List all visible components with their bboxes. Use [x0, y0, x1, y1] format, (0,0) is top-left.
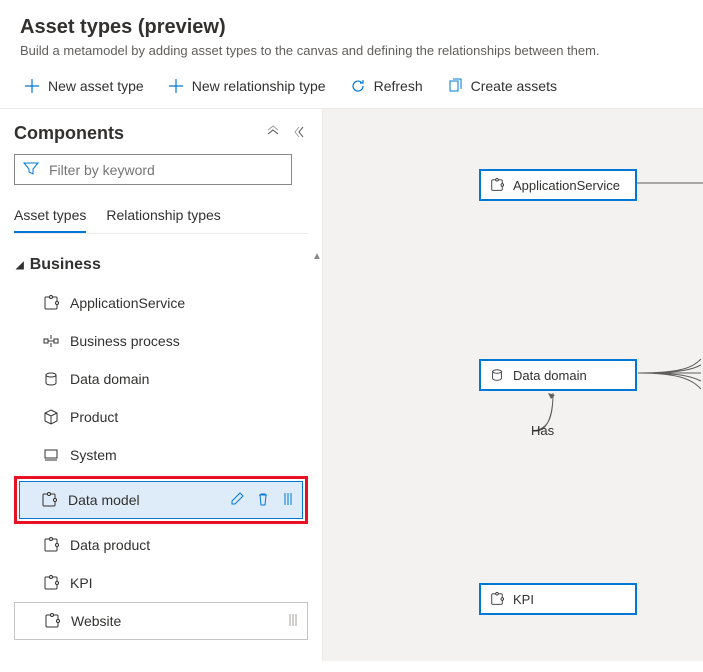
item-label: System — [70, 447, 117, 463]
collapse-up-icon[interactable] — [266, 125, 280, 142]
command-bar: New asset type New relationship type Ref… — [0, 68, 703, 109]
node-label: KPI — [513, 592, 534, 607]
copy-icon — [447, 78, 463, 94]
list-item-data-product[interactable]: Data product — [14, 526, 308, 564]
asset-type-tree: ◢ Business ApplicationService Business p… — [14, 240, 308, 640]
scrollbar[interactable]: ▲ — [312, 251, 320, 661]
refresh-button[interactable]: Refresh — [346, 72, 427, 100]
group-business[interactable]: ◢ Business — [14, 252, 308, 284]
list-item-applicationservice[interactable]: ApplicationService — [14, 284, 308, 322]
filter-icon — [23, 160, 39, 179]
tab-asset-types[interactable]: Asset types — [14, 199, 86, 233]
list-item-data-domain[interactable]: Data domain — [14, 360, 308, 398]
create-assets-label: Create assets — [471, 78, 557, 94]
tab-relationship-types[interactable]: Relationship types — [106, 199, 220, 233]
item-label: Product — [70, 409, 118, 425]
domain-icon — [42, 370, 60, 388]
list-item-data-model[interactable]: Data model — [19, 481, 303, 519]
highlight-marker: Data model — [14, 476, 308, 524]
edge-label-has: Has — [531, 423, 554, 438]
caret-down-icon: ◢ — [16, 260, 24, 271]
item-label: Website — [71, 613, 121, 629]
components-tabs: Asset types Relationship types — [14, 199, 308, 234]
list-item-kpi[interactable]: KPI — [14, 564, 308, 602]
group-label: Business — [30, 256, 101, 274]
node-kpi[interactable]: KPI — [479, 583, 637, 615]
page-description: Build a metamodel by adding asset types … — [20, 43, 683, 58]
item-label: Data product — [70, 537, 150, 553]
list-item-business-process[interactable]: Business process — [14, 322, 308, 360]
system-icon — [42, 446, 60, 464]
list-item-product[interactable]: Product — [14, 398, 308, 436]
puzzle-icon — [42, 294, 60, 312]
page-header: Asset types (preview) Build a metamodel … — [0, 0, 703, 68]
filter-input-wrapper[interactable] — [14, 154, 292, 185]
puzzle-icon — [43, 612, 61, 630]
plus-icon — [24, 78, 40, 94]
components-title: Components — [14, 123, 124, 144]
filter-input[interactable] — [47, 161, 283, 179]
item-label: Business process — [70, 333, 180, 349]
puzzle-icon — [42, 536, 60, 554]
scroll-up-arrow-icon[interactable]: ▲ — [312, 251, 320, 262]
puzzle-icon — [489, 591, 505, 607]
process-icon — [42, 332, 60, 350]
page-title: Asset types (preview) — [20, 16, 683, 39]
node-label: Data domain — [513, 368, 587, 383]
node-label: ApplicationService — [513, 178, 620, 193]
new-asset-type-label: New asset type — [48, 78, 144, 94]
drag-handle-icon[interactable] — [287, 613, 299, 630]
edit-icon[interactable] — [230, 492, 244, 509]
puzzle-icon — [42, 574, 60, 592]
create-assets-button[interactable]: Create assets — [443, 72, 561, 100]
list-item-website[interactable]: Website — [14, 602, 308, 640]
new-asset-type-button[interactable]: New asset type — [20, 72, 148, 100]
puzzle-icon — [489, 177, 505, 193]
item-label: ApplicationService — [70, 295, 185, 311]
item-label: Data model — [68, 492, 140, 508]
refresh-label: Refresh — [374, 78, 423, 94]
plus-icon — [168, 78, 184, 94]
node-applicationservice[interactable]: ApplicationService — [479, 169, 637, 201]
cube-icon — [42, 408, 60, 426]
item-label: KPI — [70, 575, 93, 591]
drag-handle-icon[interactable] — [282, 492, 294, 509]
puzzle-icon — [40, 491, 58, 509]
canvas[interactable]: ApplicationService Data domain Has KPI — [323, 109, 703, 661]
new-relationship-type-button[interactable]: New relationship type — [164, 72, 330, 100]
domain-icon — [489, 367, 505, 383]
components-panel: Components Asset types Relationship type… — [0, 109, 323, 661]
item-label: Data domain — [70, 371, 149, 387]
list-item-system[interactable]: System — [14, 436, 308, 474]
refresh-icon — [350, 78, 366, 94]
new-relationship-type-label: New relationship type — [192, 78, 326, 94]
node-data-domain[interactable]: Data domain — [479, 359, 637, 391]
collapse-left-icon[interactable] — [294, 125, 308, 142]
delete-icon[interactable] — [256, 492, 270, 509]
